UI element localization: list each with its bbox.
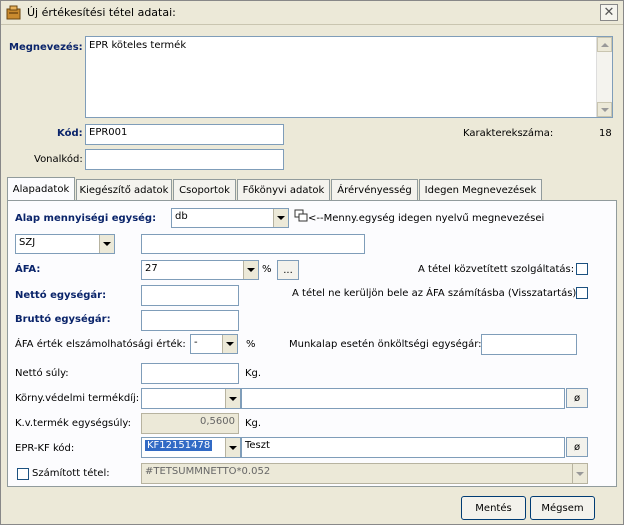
app-icon [6, 5, 21, 20]
szamitott-checkbox[interactable] [17, 468, 29, 480]
chevron-down-icon[interactable] [225, 389, 240, 408]
kornyv-clear-button[interactable]: ø [566, 388, 588, 408]
scroll-down-icon[interactable] [597, 102, 612, 117]
vonalkod-input[interactable] [85, 149, 284, 170]
kvsuly-unit: Kg. [245, 418, 262, 429]
cancel-button[interactable]: Mégsem [530, 496, 595, 520]
megnevezes-textarea[interactable]: EPR köteles termék [85, 36, 613, 118]
eprkf-select[interactable]: KF12151478 [141, 437, 241, 458]
tab-csoportok[interactable]: Csoportok [173, 179, 236, 200]
chevron-down-icon[interactable] [572, 464, 587, 483]
brutto-label: Bruttó egységár: [15, 314, 111, 325]
szamitott-label: Számított tétel: [32, 468, 110, 479]
netto-input[interactable] [141, 285, 239, 306]
dialog-window: Új értékesítési tétel adatai: ✕ Megnevez… [0, 0, 624, 525]
netto-suly-input[interactable] [141, 363, 239, 384]
netto-label: Nettó egységár: [15, 290, 107, 301]
kod-label: Kód: [57, 128, 83, 139]
scroll-up-icon[interactable] [597, 37, 612, 52]
netto-suly-unit: Kg. [245, 368, 262, 379]
kornyv-input[interactable] [241, 388, 565, 409]
munkalap-input[interactable] [481, 334, 577, 355]
title-bar: Új értékesítési tétel adatai: ✕ [1, 1, 623, 25]
chevron-down-icon[interactable] [222, 335, 237, 353]
megnevezes-label: Megnevezés: [9, 42, 83, 53]
munkalap-label: Munkalap esetén önköltségi egységár: [289, 339, 482, 350]
chevron-down-icon[interactable] [243, 261, 258, 279]
visszatartas-checkbox[interactable] [576, 287, 588, 299]
kvsuly-value: 0,5600 [141, 413, 239, 434]
me-label: Alap mennyiségi egység: [15, 213, 157, 224]
window-title: Új értékesítési tétel adatai: [27, 6, 176, 19]
kornyv-select[interactable] [141, 388, 241, 409]
eprkf-clear-button[interactable]: ø [566, 437, 588, 457]
afa-elsz-unit: % [246, 339, 256, 350]
afa-label: ÁFA: [15, 264, 41, 275]
tab-fokonyvi[interactable]: Főkönyvi adatok [237, 179, 330, 200]
close-button[interactable]: ✕ [600, 4, 618, 21]
szj-input[interactable] [141, 234, 365, 254]
karakterszam-label: Karakterekszáma: [463, 128, 554, 139]
tab-alapadatok[interactable]: Alapadatok [7, 177, 75, 201]
szamitott-select[interactable]: #TETSUMMNETTO*0.052 [141, 463, 588, 484]
me-hint: <--Menny.egység idegen nyelvű megnevezés… [308, 213, 545, 224]
visszatartas-label: A tétel ne kerüljön bele az ÁFA számítás… [292, 288, 580, 299]
kod-input[interactable]: EPR001 [85, 124, 284, 145]
afa-ellipsis-button[interactable]: ... [277, 260, 299, 280]
me-select[interactable]: db [171, 208, 289, 228]
szj-select[interactable]: SZJ [15, 234, 115, 254]
save-button[interactable]: Mentés [461, 496, 526, 520]
close-icon: ✕ [603, 5, 615, 20]
tab-kiegeszito[interactable]: Kiegészítő adatok [76, 179, 172, 200]
copy-icon[interactable] [294, 209, 308, 222]
kozvetitett-checkbox[interactable] [576, 263, 588, 275]
chevron-down-icon[interactable] [273, 209, 288, 227]
afa-unit: % [262, 264, 272, 275]
afa-elsz-label: ÁFA érték elszámolhatósági érték: [15, 339, 186, 350]
chevron-down-icon[interactable] [99, 235, 114, 253]
megnevezes-text: EPR köteles termék [89, 40, 187, 51]
megnevezes-scrollbar[interactable] [596, 37, 612, 117]
kozvetitett-label: A tétel közvetített szolgáltatás: [418, 264, 575, 275]
kvsuly-label: K.v.termék egységsúly: [15, 418, 131, 429]
afa-elsz-select[interactable]: - [190, 334, 238, 354]
eprkf-text[interactable]: Teszt [241, 437, 565, 458]
afa-select[interactable]: 27 [141, 260, 259, 280]
netto-suly-label: Nettó súly: [15, 368, 69, 379]
tab-idegen[interactable]: Idegen Megnevezések [419, 179, 542, 200]
brutto-input[interactable] [141, 310, 239, 331]
kornyv-label: Körny.védelmi termékdíj: [15, 393, 140, 404]
chevron-down-icon[interactable] [225, 438, 240, 457]
tab-arervenyesseg[interactable]: Árérvényesség [331, 179, 418, 200]
eprkf-label: EPR-KF kód: [15, 443, 75, 454]
vonalkod-label: Vonalkód: [34, 154, 83, 165]
karakterszam-value: 18 [599, 128, 612, 139]
